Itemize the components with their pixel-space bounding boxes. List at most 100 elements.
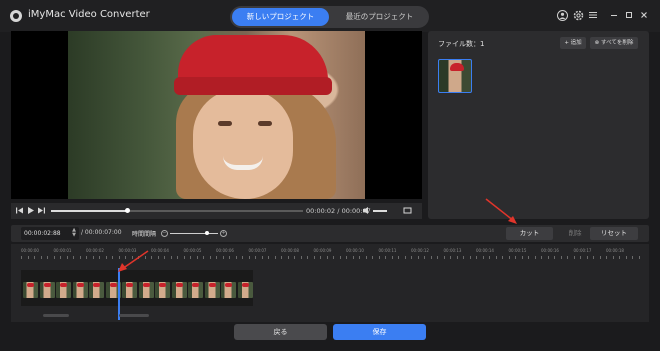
- ruler-tick: [534, 256, 536, 259]
- title-bar: iMyMac Video Converter 新しいプロジェクト 最近のプロジェ…: [0, 0, 660, 32]
- ruler-tick: [346, 256, 347, 259]
- cut-total-time: / 00:00:07:00: [81, 229, 122, 236]
- clip-frame: [89, 282, 104, 298]
- clip-strip[interactable]: [21, 270, 253, 306]
- clip-frame: [39, 282, 55, 298]
- play-icon[interactable]: [26, 206, 35, 218]
- ruler-tick: [599, 256, 601, 259]
- tab-recent-projects[interactable]: 最近のプロジェクト: [332, 6, 427, 28]
- ruler-tick: [547, 256, 549, 259]
- back-button[interactable]: 戻る: [234, 324, 327, 340]
- file-panel: ファイル数：1 + 追加 ⊗ すべてを削除: [428, 31, 649, 219]
- clip-frame: [237, 282, 253, 298]
- save-button[interactable]: 保存: [333, 324, 426, 340]
- ruler-label: 00:00:14: [476, 248, 494, 253]
- playback-progress-knob[interactable]: [124, 208, 130, 213]
- timeline-scrollbar-segment[interactable]: [43, 314, 69, 317]
- ruler-tick: [463, 256, 464, 259]
- add-file-label: 追加: [570, 40, 582, 46]
- volume-icon[interactable]: [362, 206, 371, 218]
- spin-arrows-icon[interactable]: ▲ ▼: [72, 228, 76, 238]
- tab-new-project[interactable]: 新しいプロジェクト: [232, 8, 329, 26]
- clip-frame: [138, 282, 154, 298]
- minimize-icon[interactable]: [608, 10, 620, 22]
- ruler-tick: [469, 256, 471, 259]
- ruler-tick: [515, 256, 516, 259]
- settings-icon[interactable]: [572, 10, 584, 22]
- playback-progress[interactable]: [51, 208, 303, 213]
- timeline-scrollbar-segment[interactable]: [119, 314, 149, 317]
- playhead[interactable]: [118, 268, 120, 320]
- video-preview[interactable]: [11, 31, 422, 199]
- ruler-tick: [632, 256, 633, 259]
- time-interval-knob[interactable]: [205, 231, 210, 235]
- close-icon[interactable]: [638, 10, 650, 22]
- ruler-tick: [47, 256, 48, 259]
- ruler-tick: [294, 256, 295, 259]
- cut-button[interactable]: カット: [506, 227, 553, 240]
- ruler-tick: [385, 256, 386, 259]
- ruler-tick: [606, 256, 607, 259]
- ruler-tick: [27, 256, 29, 259]
- ruler-tick: [307, 256, 308, 259]
- volume-slider[interactable]: [373, 210, 387, 212]
- remove-all-label: すべてを削除: [601, 40, 634, 46]
- ruler-label: 00:00:09: [313, 248, 332, 253]
- ruler-label: 00:00:08: [281, 248, 299, 253]
- ruler-tick: [430, 256, 432, 259]
- ruler-tick: [248, 256, 250, 259]
- ruler-tick: [261, 256, 263, 259]
- app-title: iMyMac Video Converter: [28, 9, 150, 20]
- ruler-tick: [333, 256, 334, 259]
- ruler-tick: [268, 256, 269, 259]
- maximize-icon[interactable]: [623, 10, 635, 22]
- ruler-tick: [209, 256, 211, 259]
- reset-button[interactable]: リセット: [590, 227, 638, 240]
- clip-frame: [56, 282, 71, 298]
- delete-button[interactable]: 削除: [558, 227, 592, 240]
- zoom-out-icon[interactable]: −: [161, 230, 168, 237]
- ruler-label: 00:00:00: [21, 248, 39, 253]
- add-file-button[interactable]: + 追加: [560, 37, 586, 49]
- file-thumbnail[interactable]: [438, 59, 472, 93]
- video-face: [193, 89, 293, 199]
- time-separator: /: [337, 207, 340, 215]
- ruler-tick: [66, 256, 68, 259]
- ruler-tick: [86, 256, 87, 259]
- remove-all-button[interactable]: ⊗ すべてを削除: [590, 37, 638, 49]
- video-eye-right: [258, 121, 272, 126]
- ruler-tick: [183, 256, 185, 259]
- time-interval-slider[interactable]: [170, 231, 218, 235]
- ruler-tick: [242, 256, 243, 259]
- ruler-tick: [521, 256, 523, 259]
- start-time-field[interactable]: 00:00:02:88 ▲ ▼: [21, 227, 79, 240]
- skip-back-icon[interactable]: [15, 206, 24, 218]
- ruler-label: 00:00:04: [151, 248, 169, 253]
- ruler-tick: [313, 256, 315, 259]
- ruler-tick: [60, 256, 61, 259]
- zoom-in-icon[interactable]: +: [220, 230, 227, 237]
- ruler-tick: [40, 256, 42, 259]
- video-frame: [68, 31, 365, 199]
- skip-forward-icon[interactable]: [37, 206, 46, 218]
- fullscreen-icon[interactable]: [403, 206, 412, 218]
- start-time-value: 00:00:02:88: [24, 230, 61, 237]
- ruler-tick: [528, 256, 529, 259]
- video-hat-band: [174, 77, 332, 95]
- time-interval-label: 時間間隔: [132, 231, 157, 238]
- ruler-tick: [164, 256, 165, 259]
- user-icon[interactable]: [557, 10, 568, 21]
- menu-icon[interactable]: [587, 10, 599, 22]
- ruler-tick: [391, 256, 393, 259]
- clip-frame: [122, 282, 137, 298]
- ruler-tick: [476, 256, 477, 259]
- ruler-tick: [235, 256, 237, 259]
- ruler-tick: [79, 256, 81, 259]
- timeline[interactable]: 00:00:00 00:00:01 00:00:02 00:00:03 00:00:04…: [11, 244, 649, 322]
- clip-frame: [221, 282, 236, 298]
- ruler-label: 00:00:13: [443, 248, 462, 253]
- ruler-label: 00:00:10: [346, 248, 364, 253]
- ruler-label: 00:00:02: [86, 248, 104, 253]
- current-time: 00:00:02: [306, 207, 336, 215]
- clip-frame: [171, 282, 187, 298]
